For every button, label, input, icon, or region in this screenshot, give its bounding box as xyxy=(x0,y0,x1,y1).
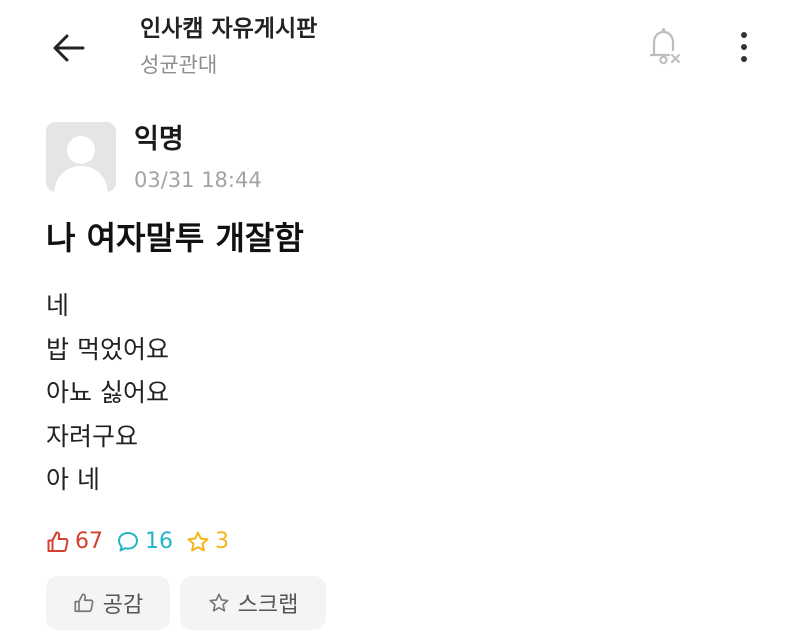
like-button-label: 공감 xyxy=(102,593,144,618)
post-body-line: 자려구요 xyxy=(46,421,139,451)
post-title: 나 여자말투 개잘함 xyxy=(46,219,304,257)
header-titles: 인사캠 자유게시판 성균관대 xyxy=(140,12,317,80)
comment-count-value: 16 xyxy=(145,529,173,554)
post-body-line: 아뇨 싫어요 xyxy=(46,378,169,407)
post-stats: 67 16 3 xyxy=(46,526,242,558)
default-profile-icon xyxy=(46,122,116,192)
author-name: 익명 xyxy=(134,124,184,155)
star-icon xyxy=(209,593,229,612)
more-vertical-icon xyxy=(741,32,747,62)
star-icon xyxy=(187,531,209,552)
post-time: 03/31 18:44 xyxy=(134,168,262,192)
back-arrow-icon xyxy=(53,34,85,62)
author-avatar xyxy=(46,122,116,192)
comment-count: 16 xyxy=(116,526,173,558)
scrap-button-label: 스크랩 xyxy=(237,593,299,618)
like-button[interactable]: 공감 xyxy=(46,576,170,630)
post-body: 네 밥 먹었어요 아뇨 싫어요 자려구요 아 네 xyxy=(46,284,169,502)
back-button[interactable] xyxy=(44,24,94,72)
notification-bell-off-icon xyxy=(649,28,680,65)
thumbs-up-icon xyxy=(74,593,94,613)
like-count: 67 xyxy=(46,526,103,558)
post-body-line: 밥 먹었어요 xyxy=(46,334,169,364)
school-name: 성균관대 xyxy=(140,53,218,77)
scrap-count: 3 xyxy=(186,526,229,558)
comment-bubble-icon xyxy=(118,532,138,552)
like-count-value: 67 xyxy=(75,529,103,554)
app-header: 인사캠 자유게시판 성균관대 xyxy=(0,0,800,100)
post-body-line: 네 xyxy=(46,291,70,320)
notification-toggle-button[interactable] xyxy=(640,22,690,72)
post-page: 인사캠 자유게시판 성균관대 익명 03/31 18:44 나 여자말투 개잘함… xyxy=(0,0,800,635)
board-title: 인사캠 자유게시판 xyxy=(140,16,318,42)
more-options-button[interactable] xyxy=(720,22,768,72)
post-body-line: 아 네 xyxy=(46,465,100,494)
scrap-count-value: 3 xyxy=(215,529,229,554)
thumbs-up-icon xyxy=(47,531,69,552)
scrap-button[interactable]: 스크랩 xyxy=(180,576,326,630)
